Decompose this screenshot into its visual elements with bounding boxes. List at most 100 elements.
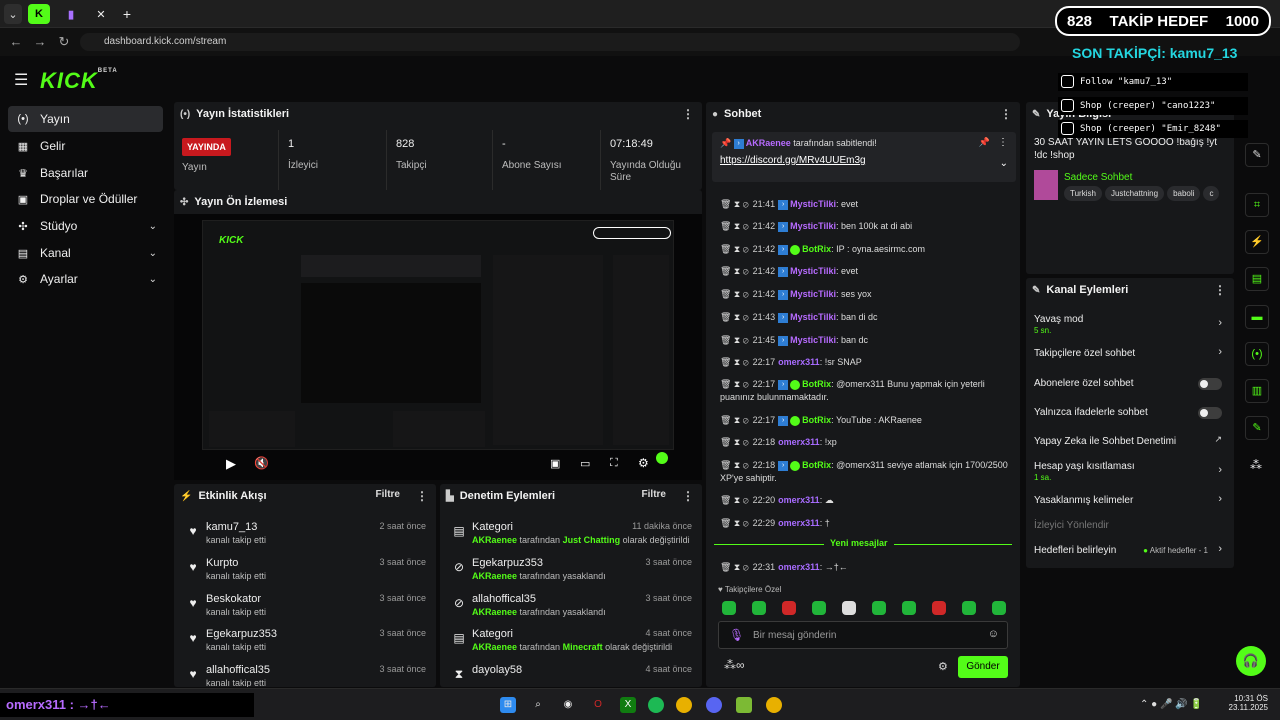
- activity-user[interactable]: kamu7_13: [206, 521, 257, 533]
- clock[interactable]: 10:31 ÖS 23.11.2025: [1228, 694, 1268, 712]
- emote-icon[interactable]: [902, 601, 916, 615]
- mod-tools-icon[interactable]: 🗑 ⧗ ⊘: [720, 221, 749, 231]
- mod-title[interactable]: dayolay58: [472, 664, 522, 676]
- broadcast-icon[interactable]: (•): [1245, 342, 1269, 366]
- address-bar[interactable]: dashboard.kick.com/stream: [80, 33, 1020, 51]
- followers-chat-row[interactable]: Takipçilere özel sohbet ›: [1034, 346, 1222, 364]
- emote-icon[interactable]: [932, 601, 946, 615]
- tag[interactable]: c: [1203, 186, 1220, 201]
- sidebar-item-droplar[interactable]: ▣ Droplar ve Ödüller: [8, 186, 163, 212]
- sidebar-item-ayarlar[interactable]: ⚙ Ayarlar ⌄: [8, 266, 163, 292]
- emote-icon[interactable]: [722, 601, 736, 615]
- points-icon[interactable]: ⁂∞: [724, 658, 745, 672]
- start-icon[interactable]: ⊞: [500, 697, 516, 713]
- chat-input[interactable]: 🎙 Bir mesaj gönderin ☺: [718, 621, 1008, 649]
- slow-mode-row[interactable]: Yavaş mod 5 sn. ›: [1034, 314, 1222, 338]
- layout-icon[interactable]: ▥: [1245, 379, 1269, 403]
- sidebar-item-gelir[interactable]: ▦ Gelir: [8, 133, 163, 159]
- mod-tools-icon[interactable]: 🗑 ⧗ ⊘: [720, 495, 749, 505]
- activity-user[interactable]: Beskokator: [206, 593, 261, 605]
- chat-user[interactable]: BotRix: [802, 415, 831, 425]
- mic-icon[interactable]: 🎙: [729, 628, 744, 642]
- chrome-icon[interactable]: [676, 697, 692, 713]
- mod-tools-icon[interactable]: 🗑 ⧗ ⊘: [720, 357, 749, 367]
- kick-logo[interactable]: KICKBETA: [40, 68, 118, 94]
- xbox-icon[interactable]: X: [620, 697, 636, 713]
- filter-button[interactable]: Filtre: [376, 489, 400, 500]
- pinned-by-user[interactable]: AKRaenee: [746, 138, 791, 148]
- more-options-icon[interactable]: ⋮: [1000, 107, 1012, 121]
- chevron-down-icon[interactable]: ⌄: [1000, 158, 1008, 169]
- mod-tools-icon[interactable]: 🗑 ⧗ ⊘: [720, 289, 749, 299]
- opera-icon[interactable]: O: [590, 697, 606, 713]
- pinned-link[interactable]: https://discord.gg/MRv4UUEm3g: [720, 155, 866, 166]
- chat-user[interactable]: MysticTilki: [790, 289, 836, 299]
- pinned-more-icon[interactable]: ⋮: [998, 137, 1008, 148]
- activity-user[interactable]: allahoffical35: [206, 664, 270, 676]
- sidebar-item-yayin[interactable]: (•) Yayın: [8, 106, 163, 132]
- mod-actor[interactable]: AKRaenee: [472, 535, 517, 545]
- bolt-icon[interactable]: ⚡: [1245, 230, 1269, 254]
- chat-user[interactable]: BotRix: [802, 379, 831, 389]
- more-options-icon[interactable]: ⋮: [416, 489, 428, 503]
- chat-user[interactable]: MysticTilki: [790, 266, 836, 276]
- goals-row[interactable]: Hedefleri belirleyin ● Aktif hedefler - 1…: [1034, 543, 1222, 561]
- chrome-active-icon[interactable]: [766, 697, 782, 713]
- tag[interactable]: baboli: [1167, 186, 1201, 201]
- emote-icon[interactable]: [842, 601, 856, 615]
- category-name[interactable]: Sadece Sohbet: [1064, 172, 1132, 183]
- mod-tools-icon[interactable]: 🗑 ⧗ ⊘: [720, 415, 749, 425]
- app-icon[interactable]: ◉: [560, 697, 576, 713]
- more-options-icon[interactable]: ⋮: [682, 107, 694, 121]
- tab-list-button[interactable]: ⌄: [4, 4, 22, 24]
- activity-user[interactable]: Kurpto: [206, 557, 238, 569]
- emoji-icon[interactable]: ☺: [988, 628, 999, 640]
- gear-icon[interactable]: ⚙: [638, 456, 649, 470]
- mod-tools-icon[interactable]: 🗑 ⧗ ⊘: [720, 562, 749, 572]
- mod-title[interactable]: allahoffical35: [472, 593, 536, 605]
- tab-icon[interactable]: ✕: [92, 4, 110, 24]
- mod-tools-icon[interactable]: 🗑 ⧗ ⊘: [720, 379, 749, 389]
- mod-actor[interactable]: AKRaenee: [472, 607, 517, 617]
- mod-actor[interactable]: AKRaenee: [472, 571, 517, 581]
- chat-user[interactable]: MysticTilki: [790, 335, 836, 345]
- chat-user[interactable]: MysticTilki: [790, 199, 836, 209]
- chat-user[interactable]: omerx311: [778, 562, 820, 572]
- mod-tools-icon[interactable]: 🗑 ⧗ ⊘: [720, 335, 749, 345]
- mod-tools-icon[interactable]: 🗑 ⧗ ⊘: [720, 518, 749, 528]
- spotify-icon[interactable]: [648, 697, 664, 713]
- emote-icon[interactable]: [962, 601, 976, 615]
- video-player[interactable]: KICK ▶ 🔇 ▣ ▭ ⛶ ⚙: [174, 214, 702, 480]
- clip-icon[interactable]: ⌗: [1245, 193, 1269, 217]
- search-icon[interactable]: ⌕: [530, 697, 546, 713]
- mod-tools-icon[interactable]: 🗑 ⧗ ⊘: [720, 199, 749, 209]
- mod-actor[interactable]: AKRaenee: [472, 642, 517, 652]
- mod-title[interactable]: Egekarpuz353: [472, 557, 543, 569]
- emote-chat-toggle[interactable]: [1198, 407, 1222, 419]
- tool-icon[interactable]: ✎: [1245, 416, 1269, 440]
- chat-user[interactable]: omerx311: [778, 518, 820, 528]
- mod-tools-icon[interactable]: 🗑 ⧗ ⊘: [720, 244, 749, 254]
- kick-tab-icon[interactable]: K: [28, 4, 50, 24]
- chat-user[interactable]: BotRix: [802, 460, 831, 470]
- support-icon[interactable]: 🎧: [1236, 646, 1266, 676]
- new-tab-button[interactable]: +: [118, 4, 136, 24]
- menu-icon[interactable]: ☰: [14, 70, 28, 90]
- tag[interactable]: Turkish: [1064, 186, 1102, 201]
- unpin-icon[interactable]: 📌: [979, 137, 990, 148]
- chat-settings-icon[interactable]: ⚙: [938, 660, 948, 673]
- tray-icons[interactable]: ⌃ ● 🎤 🔊 🔋: [1140, 699, 1203, 710]
- emote-icon[interactable]: [992, 601, 1006, 615]
- chat-user[interactable]: BotRix: [802, 244, 831, 254]
- play-icon[interactable]: ▶: [226, 456, 236, 472]
- chat-bubble-icon[interactable]: ▬: [1245, 305, 1269, 329]
- chat-user[interactable]: MysticTilki: [790, 221, 836, 231]
- mod-tools-icon[interactable]: 🗑 ⧗ ⊘: [720, 460, 749, 470]
- subs-chat-toggle[interactable]: [1198, 378, 1222, 390]
- tag[interactable]: Justchattning: [1104, 186, 1165, 201]
- mute-icon[interactable]: 🔇: [254, 456, 269, 470]
- theater-icon[interactable]: ▭: [580, 457, 590, 470]
- discord-icon[interactable]: [706, 697, 722, 713]
- ai-mod-row[interactable]: Yapay Zeka ile Sohbet Denetimi ↗: [1034, 434, 1222, 452]
- chat-user[interactable]: MysticTilki: [790, 312, 836, 322]
